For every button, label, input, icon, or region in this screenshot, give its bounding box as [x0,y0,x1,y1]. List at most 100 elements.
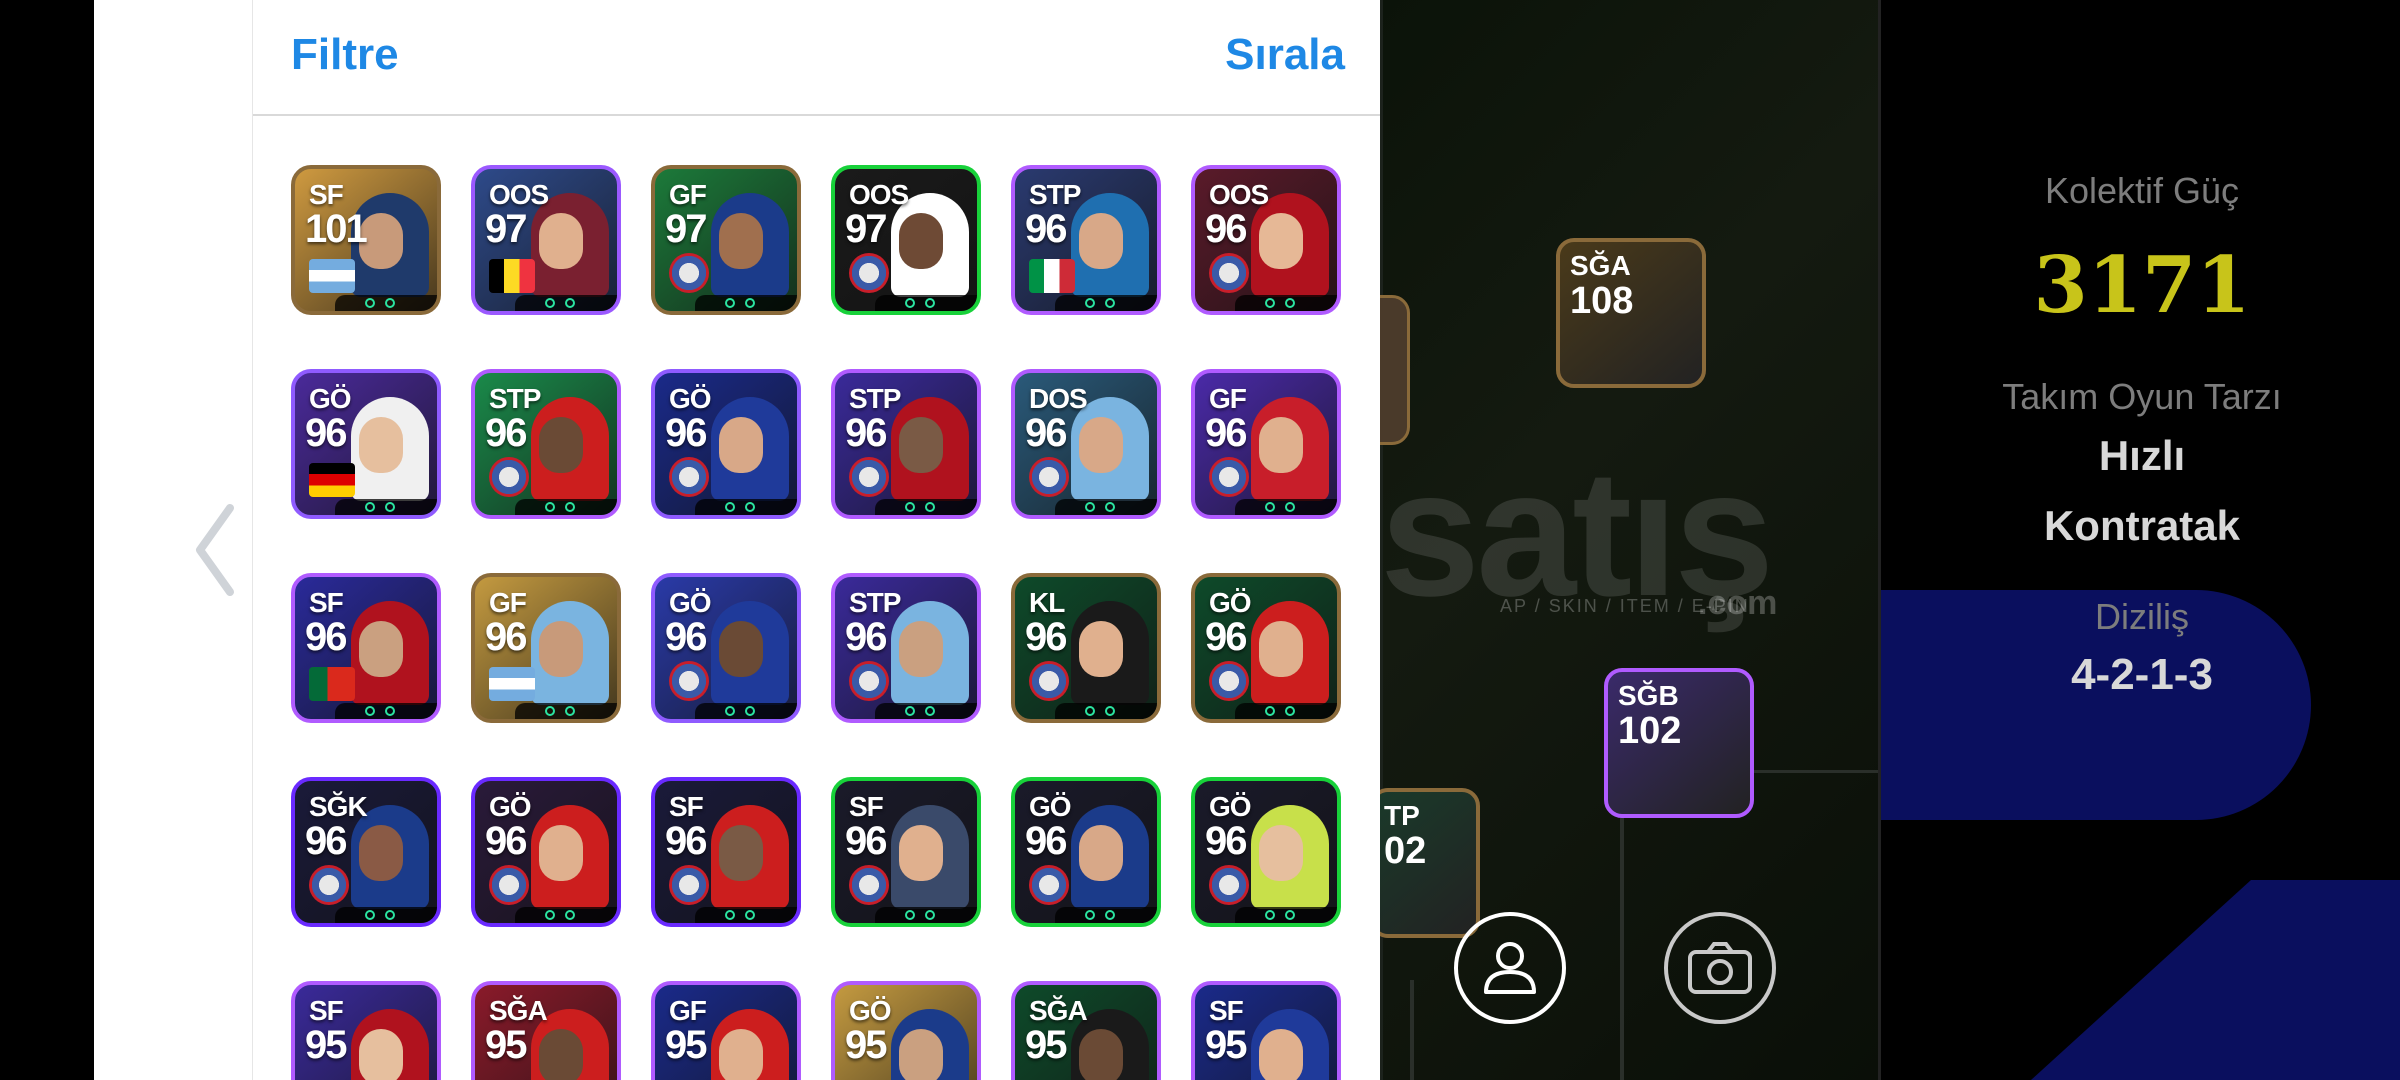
card-rating: 96 [845,411,887,455]
skill-dot-icon [1085,706,1095,716]
player-portrait [891,397,969,501]
card-bottom-strip [695,499,797,515]
sort-button[interactable]: Sırala [1225,30,1345,80]
player-card[interactable]: GÖ 96 [651,369,801,519]
player-card[interactable]: OOS 96 [1191,165,1341,315]
skill-dot-icon [365,502,375,512]
card-rating: 96 [305,615,347,659]
player-card[interactable]: SF 101 [291,165,441,315]
skill-dot-icon [905,502,915,512]
player-card[interactable]: GÖ 96 [291,369,441,519]
card-bottom-strip [1055,295,1157,311]
player-portrait [711,805,789,909]
card-rating: 95 [485,1023,527,1067]
player-card[interactable]: DOS 96 [1011,369,1161,519]
field-player-card[interactable]: SĞB 102 [1604,668,1754,818]
skill-dot-icon [1265,910,1275,920]
club-crest-icon [849,661,889,701]
player-card[interactable]: GÖ 96 [651,573,801,723]
card-rating: 96 [485,411,527,455]
field-player-card[interactable]: SĞA 108 [1556,238,1706,388]
player-card[interactable]: SĞK 96 [291,777,441,927]
player-card[interactable]: SĞA 95 [1011,981,1161,1080]
player-face [1079,825,1123,881]
player-card[interactable]: GF 95 [651,981,801,1080]
skill-dot-icon [925,706,935,716]
player-card[interactable]: SĞA 95 [471,981,621,1080]
field-player-card[interactable]: TP 02 [1380,788,1480,938]
card-rating: 96 [845,615,887,659]
card-position: SĞB [1618,680,1679,711]
player-face [899,1029,943,1080]
player-card[interactable]: GÖ 96 [1011,777,1161,927]
player-face [719,1029,763,1080]
club-crest-icon [1209,457,1249,497]
player-card[interactable]: STP 96 [831,369,981,519]
card-bottom-strip [875,907,977,923]
player-card[interactable]: OOS 97 [471,165,621,315]
formation-field: satış AP / SKIN / ITEM / E-PIN .com SĞA … [1380,0,1878,1080]
player-card[interactable]: SF 95 [1191,981,1341,1080]
chevron-left-icon[interactable] [190,500,240,600]
player-face [1079,621,1123,677]
card-bottom-strip [335,907,437,923]
player-card[interactable]: GF 97 [651,165,801,315]
profile-button[interactable] [1454,912,1566,1024]
player-card[interactable]: OOS 97 [831,165,981,315]
card-rating: 101 [305,207,368,251]
player-card[interactable]: KL 96 [1011,573,1161,723]
player-card[interactable]: GF 96 [1191,369,1341,519]
club-crest-icon [1029,661,1069,701]
skill-dot-icon [725,298,735,308]
card-position: TP [1384,800,1420,831]
filter-button[interactable]: Filtre [291,30,399,80]
club-crest-icon [489,457,529,497]
card-bottom-strip [1235,499,1337,515]
player-card[interactable]: SF 96 [831,777,981,927]
player-card[interactable]: GÖ 96 [1191,777,1341,927]
flag-germany-icon [309,463,355,497]
player-face [1259,1029,1303,1080]
player-face [359,417,403,473]
player-card[interactable]: SF 96 [291,573,441,723]
player-card[interactable]: STP 96 [471,369,621,519]
player-card[interactable]: STP 96 [1011,165,1161,315]
card-rating: 96 [1025,819,1067,863]
skill-dot-icon [1105,502,1115,512]
play-style-line2: Kontratak [2043,502,2241,549]
club-crest-icon [849,253,889,293]
skill-dot-icon [925,298,935,308]
skill-dot-icon [1265,298,1275,308]
player-card[interactable]: GÖ 95 [831,981,981,1080]
player-card[interactable]: SF 96 [651,777,801,927]
play-style-line1: Hızlı [2098,432,2186,479]
card-bottom-strip [695,295,797,311]
card-rating: 97 [665,207,707,251]
player-portrait [1251,805,1329,909]
player-card[interactable]: GÖ 96 [471,777,621,927]
player-card[interactable]: STP 96 [831,573,981,723]
camera-button[interactable] [1664,912,1776,1024]
skill-dot-icon [1105,706,1115,716]
skill-dot-icon [545,706,555,716]
field-player-card-partial[interactable] [1380,295,1410,445]
player-face [359,621,403,677]
club-crest-icon [1029,457,1069,497]
club-crest-icon [669,661,709,701]
card-bottom-strip [1055,499,1157,515]
club-crest-icon [489,865,529,905]
formation-value[interactable]: 4-2-1-3 [1881,650,2400,700]
player-face [1079,417,1123,473]
flag-argentina-icon [309,259,355,293]
player-card[interactable]: GF 96 [471,573,621,723]
card-bottom-strip [515,295,617,311]
skill-dot-icon [745,502,755,512]
player-card[interactable]: SF 95 [291,981,441,1080]
skill-dot-icon [1085,502,1095,512]
player-card[interactable]: GÖ 96 [1191,573,1341,723]
player-face [719,417,763,473]
card-bottom-strip [335,295,437,311]
player-portrait [351,601,429,705]
skill-dot-icon [385,706,395,716]
player-face [539,417,583,473]
